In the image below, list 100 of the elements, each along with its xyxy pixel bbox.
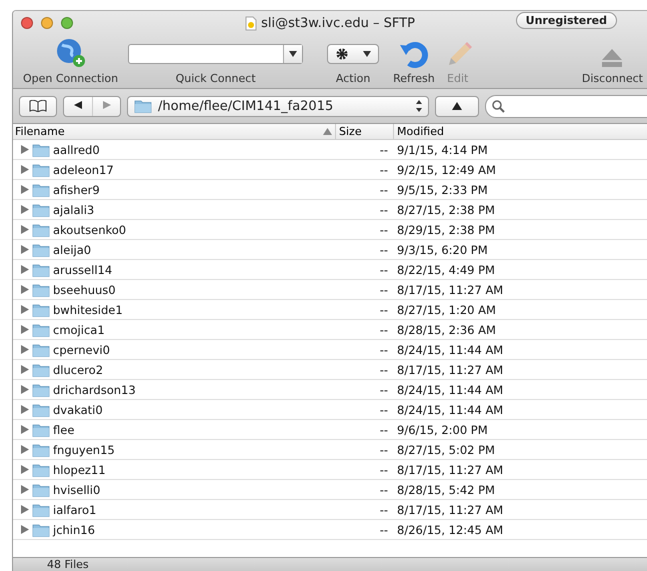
disclosure-triangle-icon[interactable] [21, 505, 29, 514]
gear-icon [336, 48, 348, 60]
modified-cell-text: 8/24/15, 11:44 AM [396, 402, 504, 416]
disclosure-triangle-icon[interactable] [21, 325, 29, 334]
disclosure-triangle-icon[interactable] [21, 265, 29, 274]
folder-icon [32, 402, 50, 416]
modified-cell-text: 8/24/15, 11:44 AM [396, 342, 504, 356]
disclosure-triangle-icon[interactable] [21, 345, 29, 354]
size-cell-text: -- [378, 142, 389, 156]
folder-icon [32, 182, 50, 196]
size-cell-text: -- [378, 522, 389, 536]
filename-cell: bwhiteside1 [53, 302, 123, 316]
filename-cell: dlucero2 [53, 362, 104, 376]
up-button[interactable] [435, 96, 479, 116]
zoom-button[interactable] [61, 17, 73, 29]
disclosure-triangle-icon[interactable] [21, 425, 29, 434]
dropdown-arrow-icon [362, 51, 371, 57]
folder-icon [32, 522, 50, 536]
filename-cell: hviselli0 [53, 482, 100, 496]
book-icon [29, 100, 47, 112]
folder-icon [32, 302, 50, 316]
folder-icon [32, 142, 50, 156]
modified-cell-text: 8/17/15, 11:27 AM [396, 462, 504, 476]
stepper-arrows-icon [416, 100, 422, 112]
modified-cell-text: 8/27/15, 1:20 AM [396, 302, 497, 316]
modified-cell-text: 9/6/15, 2:00 PM [396, 422, 489, 436]
filename-cell: flee [53, 422, 74, 436]
modified-cell-text: 8/29/15, 2:38 PM [396, 222, 496, 236]
disclosure-triangle-icon[interactable] [21, 185, 29, 194]
size-cell-text: -- [378, 302, 389, 316]
disclosure-triangle-icon[interactable] [21, 405, 29, 414]
folder-icon [32, 362, 50, 376]
modified-cell-text: 8/28/15, 2:36 AM [396, 322, 497, 336]
size-cell-text: -- [378, 422, 389, 436]
filename-cell: aleija0 [53, 242, 92, 256]
modified-column-header[interactable]: Modified [394, 124, 647, 139]
filename-column-header[interactable]: Filename [13, 124, 336, 139]
size-cell-text: -- [378, 442, 389, 456]
filename-cell: akoutsenko0 [53, 222, 126, 236]
disclosure-triangle-icon[interactable] [21, 305, 29, 314]
modified-cell-text: 8/17/15, 11:27 AM [396, 282, 504, 296]
disclosure-triangle-icon[interactable] [21, 365, 29, 374]
open-connection-button[interactable]: Open Connection [23, 37, 118, 85]
size-cell-text: -- [378, 222, 389, 236]
size-cell-text: -- [378, 362, 389, 376]
folder-icon [32, 382, 50, 396]
path-dropdown[interactable]: /home/flee/CIM141_fa2015 [127, 96, 429, 116]
folder-icon [32, 222, 50, 236]
size-column-header[interactable]: Size [336, 124, 394, 139]
disconnect-button[interactable]: Disconnect [582, 47, 643, 85]
refresh-icon [398, 39, 430, 69]
filename-cell: ialfaro1 [53, 502, 96, 516]
minimize-button[interactable] [41, 17, 53, 29]
size-cell-text: -- [378, 182, 389, 196]
disclosure-triangle-icon[interactable] [21, 285, 29, 294]
disclosure-triangle-icon[interactable] [21, 465, 29, 474]
size-cell-text: -- [378, 322, 389, 336]
bookmarks-button[interactable] [19, 96, 57, 116]
modified-cell-text: 9/5/15, 2:33 PM [396, 182, 489, 196]
modified-cell-text: 8/17/15, 11:27 AM [396, 362, 504, 376]
refresh-button[interactable]: Refresh [393, 39, 435, 85]
close-button[interactable] [21, 17, 33, 29]
disclosure-triangle-icon[interactable] [21, 525, 29, 534]
folder-icon [32, 422, 50, 436]
disclosure-triangle-icon[interactable] [21, 245, 29, 254]
search-field[interactable] [485, 94, 647, 118]
filename-cell: fnguyen15 [53, 442, 115, 456]
size-cell-text: -- [378, 242, 389, 256]
folder-icon [32, 322, 50, 336]
status-bar: 48 Files [13, 557, 647, 571]
modified-cell-text: 9/2/15, 12:49 AM [396, 162, 497, 176]
modified-cell-text: 9/3/15, 6:20 PM [396, 242, 489, 256]
folder-icon [32, 262, 50, 276]
dropdown-arrow-icon [289, 51, 298, 57]
disclosure-triangle-icon[interactable] [21, 485, 29, 494]
disclosure-triangle-icon[interactable] [21, 225, 29, 234]
modified-cell-text: 8/26/15, 12:45 AM [396, 522, 504, 536]
disclosure-triangle-icon[interactable] [21, 205, 29, 214]
size-cell-text: -- [378, 462, 389, 476]
sort-ascending-icon [323, 128, 332, 135]
disclosure-triangle-icon[interactable] [21, 145, 29, 154]
filename-cell: aallred0 [53, 142, 100, 156]
disclosure-triangle-icon[interactable] [21, 445, 29, 454]
modified-cell-text: 8/27/15, 2:38 PM [396, 202, 496, 216]
disclosure-triangle-icon[interactable] [21, 385, 29, 394]
folder-icon [32, 502, 50, 516]
folder-icon [32, 482, 50, 496]
filename-cell: cpernevi0 [53, 342, 110, 356]
size-cell-text: -- [378, 162, 389, 176]
filename-cell: drichardson13 [53, 382, 136, 396]
size-cell-text: -- [378, 342, 389, 356]
folder-icon [32, 242, 50, 256]
filename-cell: arussell14 [53, 262, 112, 276]
filename-cell: ajalali3 [53, 202, 94, 216]
action-button[interactable]: Action [327, 44, 380, 85]
disclosure-triangle-icon[interactable] [21, 165, 29, 174]
quick-connect-field[interactable] [128, 44, 304, 64]
filename-cell: bseehuus0 [53, 282, 116, 296]
size-cell-text: -- [378, 282, 389, 296]
size-cell-text: -- [378, 262, 389, 276]
